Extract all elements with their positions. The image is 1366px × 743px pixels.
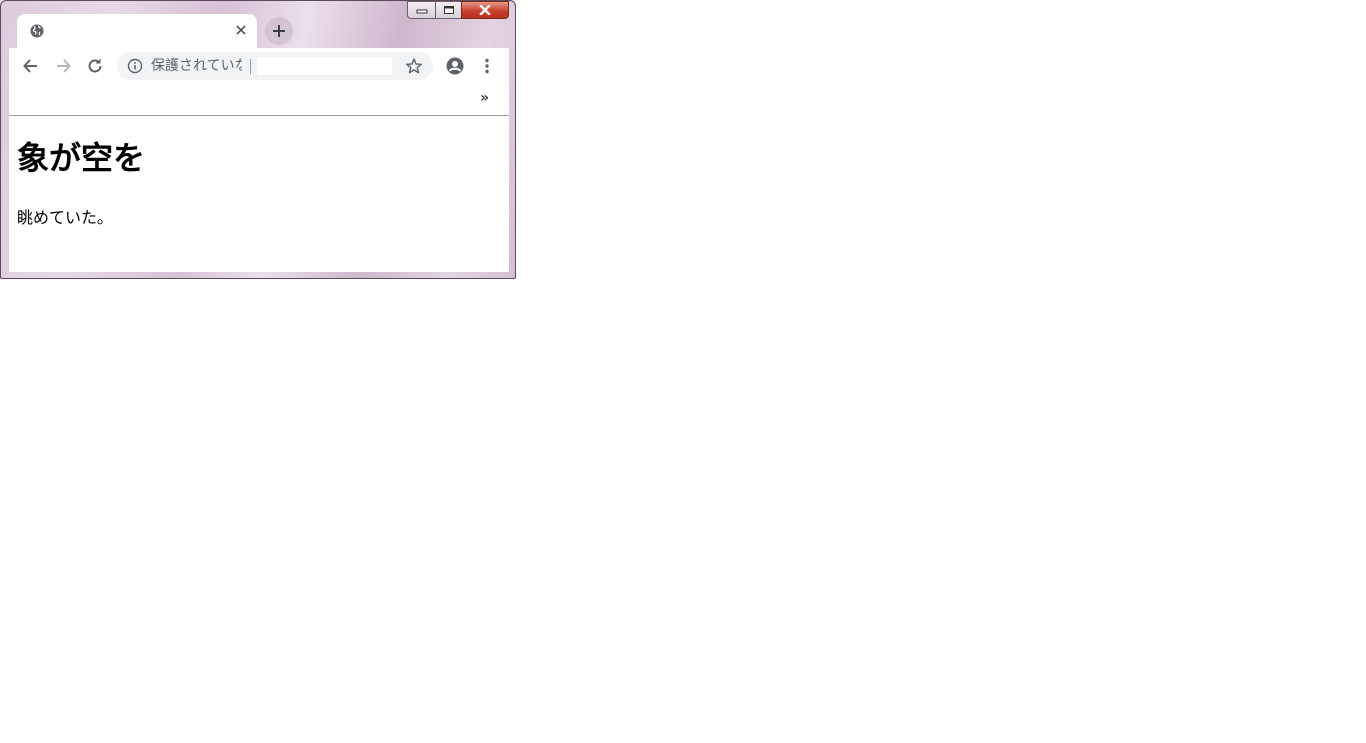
bookmarks-overflow-button[interactable]: »	[480, 90, 489, 106]
minimize-icon	[416, 9, 427, 14]
browser-toolbar: 保護されていな	[9, 48, 509, 84]
omnibox-divider	[250, 59, 251, 74]
plus-icon	[273, 25, 285, 37]
page-paragraph: 眺めていた。	[17, 208, 114, 227]
security-status-text[interactable]: 保護されていな	[151, 58, 242, 75]
forward-arrow-icon[interactable]	[53, 56, 73, 76]
account-circle-icon[interactable]	[445, 56, 465, 76]
new-tab-button[interactable]	[265, 17, 293, 45]
back-arrow-icon[interactable]	[21, 56, 41, 76]
globe-icon	[30, 24, 44, 38]
bookmarks-bar: »	[9, 84, 509, 116]
maximize-icon	[443, 6, 454, 14]
omnibox[interactable]: 保護されていな	[117, 52, 433, 80]
url-text[interactable]	[257, 57, 392, 75]
page-heading: 象が空を	[17, 139, 146, 177]
more-vert-icon[interactable]	[477, 56, 497, 76]
maximize-button[interactable]	[435, 1, 461, 19]
close-window-button[interactable]	[461, 1, 509, 19]
close-icon[interactable]	[233, 22, 249, 38]
window-caption-buttons	[407, 1, 509, 20]
info-icon[interactable]	[127, 58, 143, 74]
page-content: 象が空を 眺めていた。	[9, 116, 509, 272]
reload-icon[interactable]	[85, 56, 105, 76]
close-icon	[479, 5, 491, 15]
minimize-button[interactable]	[407, 1, 435, 19]
star-icon[interactable]	[405, 57, 423, 75]
browser-window: 保護されていな » 象が空を 眺めていた。	[0, 0, 516, 279]
tab-active[interactable]	[17, 14, 257, 48]
